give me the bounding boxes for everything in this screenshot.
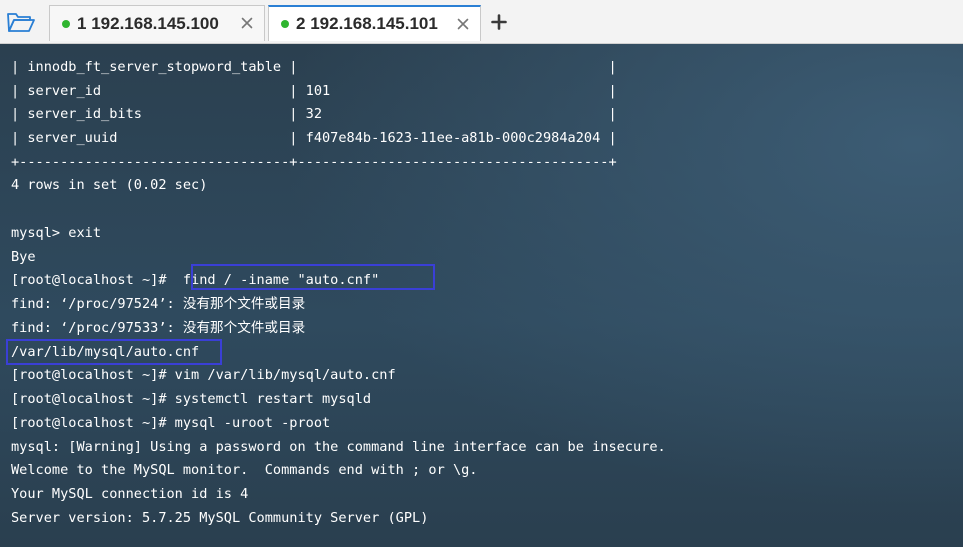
add-tab-button[interactable] [486, 9, 512, 35]
close-icon [241, 17, 253, 29]
terminal-line: 4 rows in set (0.02 sec) [11, 177, 208, 193]
terminal-line: [root@localhost ~]# find / -iname "auto.… [11, 272, 380, 288]
terminal-output[interactable]: | innodb_ft_server_stopword_table | | | … [0, 44, 963, 547]
open-session-button[interactable] [4, 7, 38, 37]
close-tab-button[interactable] [456, 17, 470, 31]
tab-session-1[interactable]: 1 192.168.145.100 [49, 5, 265, 41]
close-icon [457, 18, 469, 30]
terminal-line: Server version: 5.7.25 MySQL Community S… [11, 510, 429, 526]
terminal-line: mysql> exit [11, 225, 102, 241]
terminal-line: mysql: [Warning] Using a password on the… [11, 439, 666, 455]
terminal-line: Bye [11, 249, 36, 265]
terminal-line: /var/lib/mysql/auto.cnf [11, 344, 200, 360]
tab-host: 192.168.145.100 [91, 13, 219, 33]
terminal-line: | innodb_ft_server_stopword_table | | [11, 59, 617, 75]
close-tab-button[interactable] [240, 16, 254, 30]
terminal-line: Welcome to the MySQL monitor. Commands e… [11, 462, 478, 478]
terminal-line: | server_id | 101 | [11, 83, 617, 99]
terminal-line: [root@localhost ~]# systemctl restart my… [11, 391, 372, 407]
terminal-line: find: ‘/proc/97524’: 没有那个文件或目录 [11, 296, 306, 312]
plus-icon [491, 14, 507, 30]
terminal-line: [root@localhost ~]# vim /var/lib/mysql/a… [11, 367, 396, 383]
connected-status-dot [62, 19, 70, 28]
terminal-line: +---------------------------------+-----… [11, 154, 617, 170]
terminal-line: Your MySQL connection id is 4 [11, 486, 249, 502]
tab-session-2[interactable]: 2 192.168.145.101 [268, 5, 481, 41]
tab-label: 1 192.168.145.100 [77, 14, 219, 34]
folder-icon [7, 13, 35, 32]
connected-status-dot [281, 20, 289, 28]
terminal-line: | server_uuid | f407e84b-1623-11ee-a81b-… [11, 130, 617, 146]
tab-number: 1 [77, 13, 87, 33]
terminal-line: find: ‘/proc/97533’: 没有那个文件或目录 [11, 320, 306, 336]
tab-host: 192.168.145.101 [310, 14, 438, 33]
tab-bar: 1 192.168.145.100 2 192.168.145.101 [0, 0, 963, 44]
terminal-line: | server_id_bits | 32 | [11, 106, 617, 122]
ssh-client-window: 1 192.168.145.100 2 192.168.145.101 | in… [0, 0, 963, 547]
tab-number: 2 [296, 14, 306, 33]
terminal-line: [root@localhost ~]# mysql -uroot -proot [11, 415, 331, 431]
tab-label: 2 192.168.145.101 [296, 14, 438, 34]
